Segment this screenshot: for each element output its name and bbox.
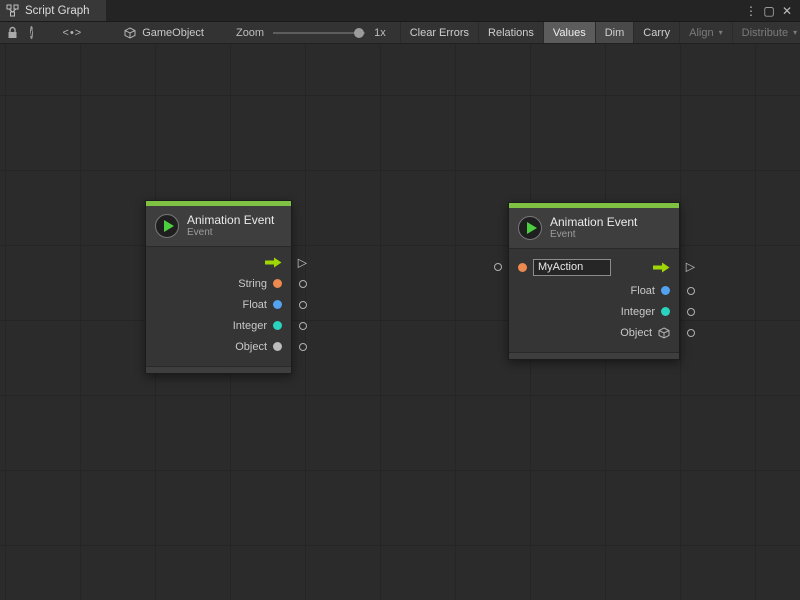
object-output-port[interactable] xyxy=(299,343,307,351)
port-label: Integer xyxy=(621,306,655,318)
name-input-port[interactable] xyxy=(494,263,502,271)
node-header[interactable]: Animation Event Event xyxy=(509,208,679,248)
gameobject-target[interactable]: GameObject xyxy=(124,27,204,39)
dim-button[interactable]: Dim xyxy=(595,22,634,43)
trigger-arrow-icon xyxy=(265,257,282,268)
menu-icon[interactable]: ⋮ xyxy=(742,1,760,21)
output-row-float: Float xyxy=(146,294,291,315)
port-label: String xyxy=(238,278,267,290)
animation-event-node-2[interactable]: Animation Event Event ▷ Float Int xyxy=(508,202,680,360)
tab-title: Script Graph xyxy=(25,5,90,17)
tab-script-graph[interactable]: Script Graph xyxy=(0,0,106,21)
float-type-dot xyxy=(273,300,282,309)
port-label: Integer xyxy=(233,320,267,332)
port-label: Object xyxy=(235,341,267,353)
node-subtitle: Event xyxy=(550,229,637,241)
float-type-dot xyxy=(661,286,670,295)
zoom-label: Zoom xyxy=(236,27,264,39)
script-graph-icon xyxy=(6,4,19,17)
zoom-value: 1x xyxy=(374,27,386,39)
port-label: Float xyxy=(243,299,267,311)
output-row-object: Object xyxy=(146,336,291,357)
trigger-arrow-icon xyxy=(653,262,670,273)
window-controls: ⋮ ▢ ✕ xyxy=(742,0,800,21)
node-title: Animation Event xyxy=(187,213,274,227)
zoom-slider-track[interactable] xyxy=(273,32,365,34)
integer-output-port[interactable] xyxy=(299,322,307,330)
node-body: ▷ Float Integer Object xyxy=(509,248,679,352)
carry-button[interactable]: Carry xyxy=(633,22,679,43)
zoom-slider[interactable] xyxy=(273,27,365,39)
float-output-port[interactable] xyxy=(687,287,695,295)
event-play-icon xyxy=(155,214,179,238)
zoom-slider-handle[interactable] xyxy=(354,28,364,38)
zoom-control: Zoom 1x xyxy=(236,27,386,39)
chevron-down-icon: ▾ xyxy=(719,28,723,37)
node-body: ▷ String Float Integer Object xyxy=(146,246,291,366)
output-row-string: String xyxy=(146,273,291,294)
object-output-port[interactable] xyxy=(687,329,695,337)
distribute-button[interactable]: Distribute ▾ xyxy=(732,22,800,43)
lock-icon[interactable] xyxy=(7,26,18,39)
output-row-object: Object xyxy=(509,322,679,343)
node-footer xyxy=(146,366,291,373)
float-output-port[interactable] xyxy=(299,301,307,309)
graph-inspector-icon[interactable]: <•> xyxy=(63,27,83,39)
clear-errors-button[interactable]: Clear Errors xyxy=(400,22,478,43)
relations-button[interactable]: Relations xyxy=(478,22,543,43)
trigger-output-row: ▷ xyxy=(146,252,291,273)
string-type-dot xyxy=(518,263,527,272)
integer-type-dot xyxy=(661,307,670,316)
graph-toolbar: i <•> GameObject Zoom 1x Clear Errors Re… xyxy=(0,22,800,44)
string-output-port[interactable] xyxy=(299,280,307,288)
info-icon[interactable]: i xyxy=(30,26,33,39)
string-type-dot xyxy=(273,279,282,288)
node-subtitle: Event xyxy=(187,227,274,239)
graph-canvas[interactable]: Animation Event Event ▷ String Float xyxy=(0,44,800,600)
node-title: Animation Event xyxy=(550,215,637,229)
values-button[interactable]: Values xyxy=(543,22,595,43)
maximize-icon[interactable]: ▢ xyxy=(760,1,778,21)
node-footer xyxy=(509,352,679,359)
port-label: Object xyxy=(620,327,652,339)
port-label: Float xyxy=(631,285,655,297)
animation-event-node-1[interactable]: Animation Event Event ▷ String Float xyxy=(145,200,292,374)
distribute-label: Distribute xyxy=(742,27,788,39)
event-play-icon xyxy=(518,216,542,240)
trigger-output-port[interactable]: ▷ xyxy=(686,261,695,273)
gameobject-label: GameObject xyxy=(142,27,204,39)
close-icon[interactable]: ✕ xyxy=(778,1,796,21)
toolbar-buttons: Clear Errors Relations Values Dim Carry … xyxy=(400,22,800,43)
output-row-integer: Integer xyxy=(509,301,679,322)
name-input-row: ▷ xyxy=(509,254,679,280)
align-button[interactable]: Align ▾ xyxy=(679,22,731,43)
node-header[interactable]: Animation Event Event xyxy=(146,206,291,246)
window-titlebar: Script Graph ⋮ ▢ ✕ xyxy=(0,0,800,22)
trigger-output-port[interactable]: ▷ xyxy=(298,256,307,268)
action-name-field[interactable] xyxy=(533,259,611,276)
gameobject-icon xyxy=(124,27,136,39)
object-type-dot xyxy=(273,342,282,351)
integer-type-dot xyxy=(273,321,282,330)
output-row-integer: Integer xyxy=(146,315,291,336)
output-row-float: Float xyxy=(509,280,679,301)
integer-output-port[interactable] xyxy=(687,308,695,316)
align-label: Align xyxy=(689,27,713,39)
object-cube-icon xyxy=(658,327,670,339)
chevron-down-icon: ▾ xyxy=(793,28,797,37)
